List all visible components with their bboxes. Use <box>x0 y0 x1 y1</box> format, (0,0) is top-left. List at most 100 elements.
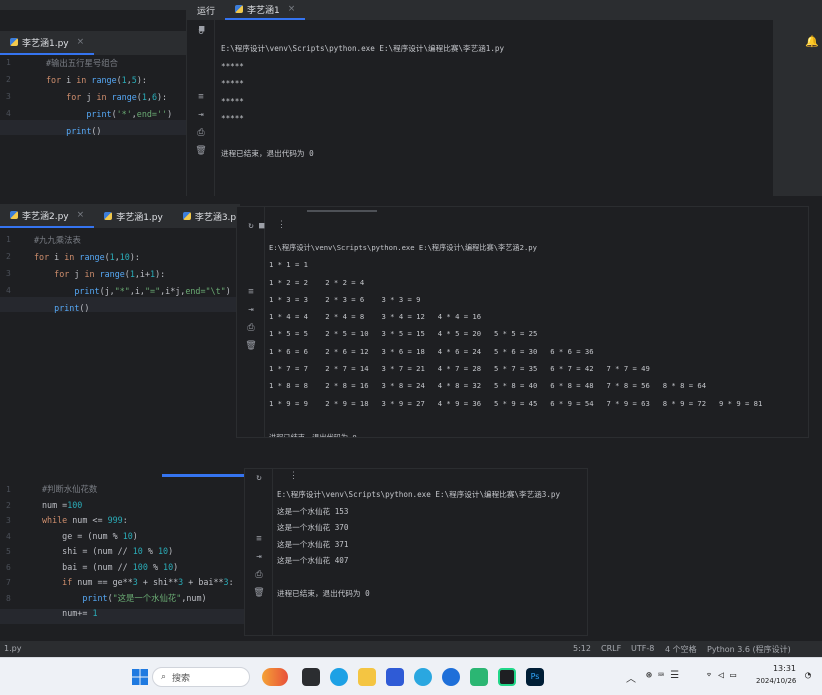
status-indent[interactable]: 4 个空格 <box>665 644 697 655</box>
output-line: 1 * 3 = 3 2 * 3 = 6 3 * 3 = 9 <box>269 294 421 304</box>
soft-wrap-icon[interactable]: ⇥ <box>245 305 257 316</box>
code-line[interactable]: print("这是一个水仙花",num) <box>42 591 234 607</box>
file-explorer-icon[interactable] <box>358 668 376 686</box>
clock-time[interactable]: 13:31 <box>758 664 796 673</box>
tab-liyihan2[interactable]: 李艺涵2.py × <box>0 204 95 228</box>
stop-icon[interactable]: ■ <box>259 221 264 231</box>
output-line: 1 * 5 = 5 2 * 5 = 10 3 * 5 = 15 4 * 5 = … <box>269 329 538 339</box>
network-volume-icon[interactable]: ⌔ ◁ ▭ <box>706 670 736 681</box>
status-file[interactable]: 1.py <box>4 644 21 653</box>
qq-browser-icon[interactable] <box>442 668 460 686</box>
code-token: in <box>76 75 92 85</box>
notification-center-icon[interactable]: ◔ <box>805 670 811 681</box>
close-icon[interactable]: × <box>77 210 85 220</box>
code-token: while <box>42 515 73 525</box>
rerun-icon[interactable]: ↻ <box>253 473 265 484</box>
tab-liyihan1[interactable]: 李艺涵1.py × <box>0 31 95 55</box>
stop-icon[interactable]: ■ <box>199 24 204 34</box>
clock-date[interactable]: 2024/10/26 <box>756 677 796 685</box>
status-caret-position[interactable]: 5:12 <box>573 644 591 653</box>
chevron-up-icon[interactable]: ︿ <box>626 670 636 685</box>
code-token: 10 <box>122 530 133 541</box>
print-icon[interactable]: ⎙ <box>253 570 265 581</box>
scroll-icon[interactable]: ≡ <box>245 287 257 298</box>
editor3-body[interactable]: 123456789 #判断水仙花数num =100while num <= 99… <box>0 482 244 640</box>
start-icon[interactable] <box>132 669 148 685</box>
code-token: '*' <box>116 109 132 119</box>
code-token: 10 <box>119 252 130 262</box>
more-icon[interactable]: ⋮ <box>277 220 286 230</box>
store-icon[interactable] <box>386 668 404 686</box>
code-token: in <box>84 269 100 279</box>
task-view-icon[interactable] <box>302 668 320 686</box>
code-line[interactable]: print() <box>34 300 231 317</box>
trash-icon[interactable]: 🗑 <box>253 588 265 599</box>
code-line[interactable]: if num == ge**3 + shi**3 + bai**3: <box>42 575 233 591</box>
code-line[interactable]: #输出五行星号组合 <box>46 55 172 72</box>
code-token: #九九乘法表 <box>34 235 81 245</box>
code-line[interactable]: ge = (num % 10) <box>42 529 234 545</box>
run3-toolbar: ↻ ≡ ⇥ ⎙ 🗑 <box>245 469 273 635</box>
output-line: E:\程序设计\venv\Scripts\python.exe E:\程序设计\… <box>277 490 561 499</box>
code-line[interactable]: #九九乘法表 <box>34 232 231 249</box>
browser-icon[interactable] <box>414 668 432 686</box>
code-token: j <box>86 92 97 102</box>
print-icon[interactable]: ⎙ <box>195 128 207 139</box>
close-icon[interactable]: × <box>288 4 296 14</box>
run-tab-label[interactable]: 运行 <box>187 4 225 17</box>
editor1-body[interactable]: 12345 #输出五行星号组合for i in range(1,5): for … <box>0 55 190 200</box>
edge-icon[interactable] <box>330 668 348 686</box>
wechat-icon[interactable] <box>470 668 488 686</box>
code-line[interactable]: for i in range(1,10): <box>34 249 231 266</box>
code-line[interactable]: print(j,"*",i,"=",i*j,end="\t") <box>34 283 230 300</box>
code-token: ): <box>129 252 140 262</box>
code-token: () <box>79 303 90 313</box>
notifications-icon[interactable]: 🔔 <box>805 35 819 48</box>
drag-handle[interactable] <box>307 210 377 212</box>
code-line[interactable]: #判断水仙花数 <box>42 482 234 498</box>
taskbar-search[interactable]: ⌕ 搜索 <box>152 667 250 687</box>
code-line[interactable]: for i in range(1,5): <box>46 72 172 89</box>
code-token: i <box>54 252 65 262</box>
code-line[interactable]: while num <= 999: <box>42 513 234 529</box>
print-icon[interactable]: ⎙ <box>245 323 257 334</box>
code-line[interactable]: bai = (num // 100 % 10) <box>42 560 234 576</box>
code-area[interactable]: #输出五行星号组合 for i in range(1,5): for j in r… <box>46 55 172 140</box>
widgets-icon[interactable] <box>262 668 288 686</box>
soft-wrap-icon[interactable]: ⇥ <box>195 110 207 121</box>
scroll-icon[interactable]: ≡ <box>195 92 207 103</box>
more-icon[interactable]: ⋮ <box>289 471 298 481</box>
code-line[interactable]: print('*',end='') <box>46 106 172 123</box>
trash-icon[interactable]: 🗑 <box>245 341 257 352</box>
pycharm-icon[interactable] <box>498 668 516 686</box>
code-area[interactable]: #判断水仙花数 num =100 while num <= 999: ge = (n… <box>42 482 234 622</box>
code-token: bai = (num // <box>42 561 133 572</box>
code-token: () <box>91 126 102 136</box>
status-interpreter[interactable]: Python 3.6 (程序设计) <box>707 644 791 655</box>
status-line-separator[interactable]: CRLF <box>601 644 621 653</box>
trash-icon[interactable]: 🗑 <box>195 146 207 157</box>
code-token: "这是一个水仙花" <box>112 592 182 603</box>
editor2-body[interactable]: 12345 #九九乘法表 for i in range(1,10): for j … <box>0 232 240 472</box>
code-token: : <box>122 515 128 525</box>
rerun-icon[interactable]: ↻ <box>245 221 257 232</box>
run-config-tab[interactable]: 李艺涵1 × <box>225 0 306 20</box>
code-area[interactable]: #九九乘法表 for i in range(1,10): for j in ran… <box>34 232 231 317</box>
soft-wrap-icon[interactable]: ⇥ <box>253 552 265 563</box>
close-icon[interactable]: × <box>77 37 85 47</box>
tab-liyihan3[interactable]: 李艺涵3.py <box>173 204 240 228</box>
code-line[interactable]: num =100 <box>42 498 234 514</box>
code-line[interactable]: for j in range(1,i+1): <box>34 266 231 283</box>
python-file-icon <box>10 211 18 219</box>
tray-icons[interactable]: ⊛ ⌨ ☰ <box>646 670 679 681</box>
tab-liyihan1[interactable]: 李艺涵1.py <box>94 204 173 228</box>
status-encoding[interactable]: UTF-8 <box>631 644 654 653</box>
run2-toolbar: ↻ ≡ ⇥ ⎙ 🗑 <box>237 207 265 437</box>
line-gutter: 12345 <box>0 232 28 472</box>
photoshop-icon[interactable]: Ps <box>526 668 544 686</box>
scroll-icon[interactable]: ≡ <box>253 534 265 545</box>
code-line[interactable]: print() <box>46 123 172 140</box>
code-line[interactable]: for j in range(1,6): <box>46 89 172 106</box>
code-line[interactable]: shi = (num // 10 % 10) <box>42 544 234 560</box>
code-line[interactable]: num+= 1 <box>42 606 234 622</box>
